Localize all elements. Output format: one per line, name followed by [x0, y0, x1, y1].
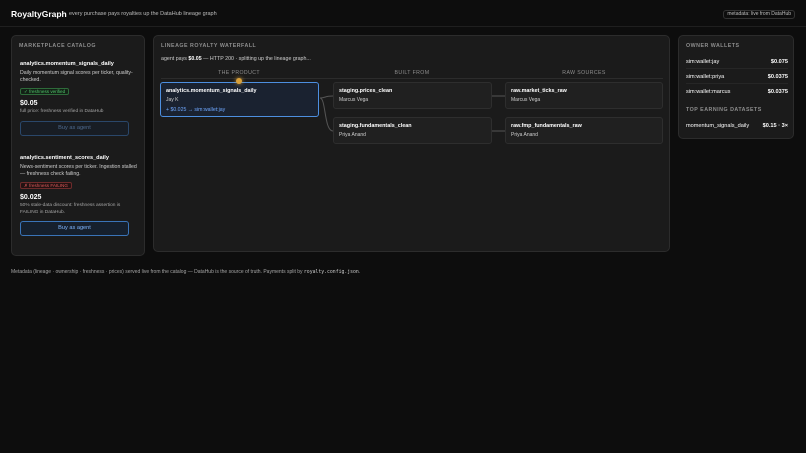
node-name: raw.market_ticks_raw — [511, 88, 567, 94]
top-bar: RoyaltyGraph every purchase pays royalti… — [0, 0, 806, 27]
tagline: every purchase pays royalties up the Dat… — [69, 11, 217, 17]
wallet-row: sim:wallet:priya $0.0375 — [686, 74, 788, 80]
lineage-node-product[interactable]: analytics.momentum_signals_daily Jay K +… — [160, 82, 319, 117]
dataset-price: $0.025 — [20, 194, 42, 201]
wallet-row: sim:wallet:jay $0.075 — [686, 59, 788, 65]
freshness-failing-badge: ✗ freshness FAILING — [20, 182, 72, 189]
wallet-amount: $0.0375 — [767, 89, 788, 95]
lineage-node-built-from[interactable]: staging.fundamentals_clean Priya Anand — [333, 117, 492, 144]
dataset-price: $0.05 — [20, 100, 38, 107]
wallet-amount: $0.0375 — [767, 74, 788, 80]
lineage-royalty-waterfall-panel: LINEAGE ROYALTY WATERFALL agent pays $0.… — [153, 35, 670, 252]
dataset-name: analytics.sentiment_scores_daily — [20, 155, 109, 161]
catalog-item: analytics.momentum_signals_daily Daily m… — [20, 61, 137, 136]
dataset-name: analytics.momentum_signals_daily — [20, 61, 114, 67]
buy-as-agent-button[interactable]: Buy as agent — [20, 120, 129, 136]
wallet-name: sim:wallet:jay — [686, 59, 720, 65]
wallet-row: sim:wallet:marcus $0.0375 — [686, 89, 788, 95]
catalog-title: MARKETPLACE CATALOG — [19, 43, 96, 49]
node-owner: Priya Anand — [511, 132, 538, 138]
divider — [686, 83, 788, 84]
wallet-name: sim:wallet:marcus — [686, 89, 731, 95]
top-earning-title: TOP EARNING DATASETS — [686, 107, 762, 113]
node-name: analytics.momentum_signals_daily — [166, 88, 257, 94]
lineage-node-raw-source[interactable]: raw.market_ticks_raw Marcus Vega — [505, 82, 663, 109]
lineage-node-built-from[interactable]: staging.prices_clean Marcus Vega — [333, 82, 492, 109]
dataset-name: momentum_signals_daily — [686, 123, 750, 129]
divider — [686, 68, 788, 69]
node-name: staging.fundamentals_clean — [339, 123, 412, 129]
wallet-amount: $0.075 — [770, 59, 788, 65]
node-name: raw.fmp_fundamentals_raw — [511, 123, 582, 129]
wallet-name: sim:wallet:priya — [686, 74, 725, 80]
lineage-node-raw-source[interactable]: raw.fmp_fundamentals_raw Priya Anand — [505, 117, 663, 144]
dataset-description: Daily momentum signal scores per ticker,… — [20, 70, 133, 83]
price-note: 50% stale-data discount: freshness asser… — [20, 203, 121, 215]
node-owner: Priya Anand — [339, 132, 366, 138]
marketplace-catalog-panel: MARKETPLACE CATALOG analytics.momentum_s… — [11, 35, 145, 256]
node-owner: Marcus Vega — [339, 97, 369, 103]
price-note: full price: freshness verified in DataHu… — [20, 109, 104, 114]
royalty-credit: + $0.025 → sim:wallet:jay — [166, 107, 226, 113]
wallets-title: OWNER WALLETS — [686, 43, 740, 49]
footer-note: Metadata (lineage · ownership · freshnes… — [11, 269, 361, 275]
node-owner: Marcus Vega — [511, 97, 541, 103]
config-filename: royalty.config.json — [303, 270, 359, 275]
earning-value: $0.15 · 3× — [762, 123, 788, 129]
catalog-item: analytics.sentiment_scores_daily News-se… — [20, 155, 137, 236]
node-owner: Jay K — [166, 97, 179, 103]
top-earning-row: momentum_signals_daily $0.15 · 3× — [686, 123, 788, 129]
node-name: staging.prices_clean — [339, 88, 393, 94]
dataset-description: News-sentiment scores per ticker. Ingest… — [20, 164, 137, 177]
buy-as-agent-button[interactable]: Buy as agent — [20, 221, 129, 236]
metadata-status-badge: metadata: live from DataHub — [723, 10, 795, 19]
brand-logo[interactable]: RoyaltyGraph — [11, 9, 67, 19]
lineage-edges — [319, 95, 505, 132]
coin-icon — [236, 78, 242, 84]
freshness-verified-badge: ✓ freshness verified — [20, 88, 70, 95]
owner-wallets-panel: OWNER WALLETS sim:wallet:jay $0.075 sim:… — [678, 35, 794, 139]
